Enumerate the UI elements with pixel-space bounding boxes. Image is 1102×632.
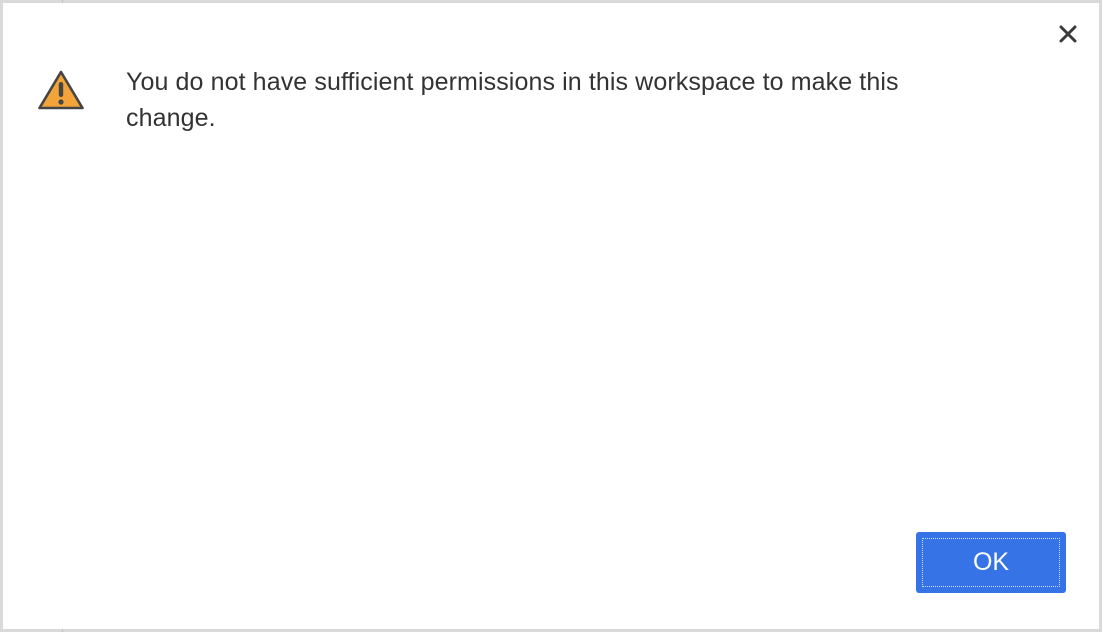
- dialog-message: You do not have sufficient permissions i…: [126, 68, 899, 132]
- warning-icon: [38, 70, 84, 110]
- ok-button[interactable]: OK: [916, 532, 1066, 593]
- close-button[interactable]: [1056, 22, 1080, 46]
- close-icon: [1059, 25, 1077, 43]
- permission-error-dialog: You do not have sufficient permissions i…: [3, 3, 1099, 629]
- ok-button-label: OK: [972, 548, 1010, 576]
